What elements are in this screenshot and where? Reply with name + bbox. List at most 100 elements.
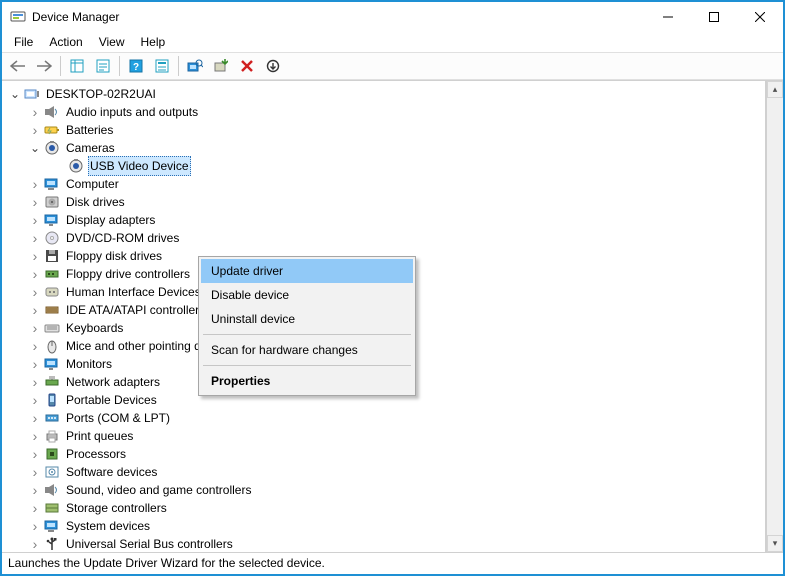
scan-hardware-button[interactable] (183, 55, 207, 77)
update-driver-button[interactable] (209, 55, 233, 77)
content-area: DESKTOP-02R2UAIAudio inputs and outputsB… (2, 80, 783, 552)
context-menu-item[interactable]: Properties (201, 369, 413, 393)
scroll-up-button[interactable]: ▴ (767, 81, 783, 98)
tree-node[interactable]: Universal Serial Bus controllers (4, 535, 765, 552)
context-menu-item[interactable]: Uninstall device (201, 307, 413, 331)
device-tree[interactable]: DESKTOP-02R2UAIAudio inputs and outputsB… (2, 81, 766, 552)
context-menu-separator (203, 365, 411, 366)
back-button[interactable] (6, 55, 30, 77)
tree-node[interactable]: Cameras (4, 139, 765, 157)
tree-node[interactable]: Software devices (4, 463, 765, 481)
action-button[interactable] (150, 55, 174, 77)
expand-icon[interactable] (28, 501, 42, 515)
expand-icon[interactable] (28, 285, 42, 299)
mouse-icon (44, 338, 60, 354)
expand-icon[interactable] (28, 105, 42, 119)
titlebar: Device Manager (2, 2, 783, 32)
tree-node[interactable]: Print queues (4, 427, 765, 445)
context-menu-separator (203, 334, 411, 335)
expand-icon[interactable] (28, 339, 42, 353)
scroll-down-button[interactable]: ▾ (767, 535, 783, 552)
tree-leaf-node[interactable]: USB Video Device (4, 157, 765, 175)
expand-icon[interactable] (8, 87, 22, 101)
maximize-button[interactable] (691, 2, 737, 32)
menu-file[interactable]: File (6, 33, 41, 51)
uninstall-button[interactable] (235, 55, 259, 77)
expand-icon[interactable] (28, 393, 42, 407)
properties-button[interactable] (91, 55, 115, 77)
tree-node-label: System devices (64, 517, 152, 535)
expand-icon[interactable] (28, 213, 42, 227)
expand-icon[interactable] (28, 249, 42, 263)
menu-help[interactable]: Help (133, 33, 174, 51)
battery-icon (44, 122, 60, 138)
expand-icon[interactable] (28, 483, 42, 497)
show-hide-tree-button[interactable] (65, 55, 89, 77)
toolbar-separator (178, 56, 179, 76)
expand-icon[interactable] (28, 537, 42, 551)
audio-icon (44, 104, 60, 120)
minimize-button[interactable] (645, 2, 691, 32)
close-button[interactable] (737, 2, 783, 32)
statusbar: Launches the Update Driver Wizard for th… (2, 552, 783, 574)
display-icon (44, 212, 60, 228)
tree-node-label: DVD/CD-ROM drives (64, 229, 181, 247)
tree-node-label: Monitors (64, 355, 114, 373)
tree-node[interactable]: System devices (4, 517, 765, 535)
vertical-scrollbar[interactable]: ▴ ▾ (766, 81, 783, 552)
expand-icon[interactable] (28, 447, 42, 461)
expand-icon[interactable] (28, 321, 42, 335)
context-menu: Update driverDisable deviceUninstall dev… (198, 256, 416, 396)
expand-icon[interactable] (28, 429, 42, 443)
tree-node[interactable]: Batteries (4, 121, 765, 139)
expand-icon[interactable] (28, 123, 42, 137)
expand-icon[interactable] (28, 267, 42, 281)
expand-icon[interactable] (28, 375, 42, 389)
dvd-icon (44, 230, 60, 246)
tree-node-label: Computer (64, 175, 121, 193)
tree-node[interactable]: Disk drives (4, 193, 765, 211)
port-icon (44, 410, 60, 426)
tree-node[interactable]: Storage controllers (4, 499, 765, 517)
context-menu-item[interactable]: Scan for hardware changes (201, 338, 413, 362)
expand-icon[interactable] (28, 303, 42, 317)
disable-button[interactable] (261, 55, 285, 77)
toolbar-separator (119, 56, 120, 76)
tree-node[interactable]: Ports (COM & LPT) (4, 409, 765, 427)
ide-icon (44, 302, 60, 318)
menu-view[interactable]: View (91, 33, 133, 51)
menu-action[interactable]: Action (41, 33, 90, 51)
tree-node-label: Floppy disk drives (64, 247, 164, 265)
tree-node[interactable]: DVD/CD-ROM drives (4, 229, 765, 247)
expand-icon[interactable] (28, 195, 42, 209)
tree-node[interactable]: Display adapters (4, 211, 765, 229)
expand-icon[interactable] (28, 465, 42, 479)
scroll-track[interactable] (767, 98, 783, 535)
expand-icon[interactable] (28, 411, 42, 425)
tree-root-node[interactable]: DESKTOP-02R2UAI (4, 85, 765, 103)
tree-node-label: Batteries (64, 121, 115, 139)
tree-node[interactable]: Computer (4, 175, 765, 193)
context-menu-item[interactable]: Disable device (201, 283, 413, 307)
hid-icon (44, 284, 60, 300)
expand-icon[interactable] (28, 357, 42, 371)
toolbar: ? (2, 52, 783, 80)
tree-node[interactable]: Sound, video and game controllers (4, 481, 765, 499)
expand-icon[interactable] (28, 141, 42, 155)
expand-icon[interactable] (28, 519, 42, 533)
expand-icon[interactable] (28, 177, 42, 191)
tree-node-label: Storage controllers (64, 499, 169, 517)
storage-icon (44, 500, 60, 516)
expand-icon[interactable] (28, 231, 42, 245)
monitor-icon (44, 356, 60, 372)
controller-icon (44, 266, 60, 282)
forward-button[interactable] (32, 55, 56, 77)
disk-icon (44, 194, 60, 210)
tree-node[interactable]: Audio inputs and outputs (4, 103, 765, 121)
tree-node-label: Software devices (64, 463, 159, 481)
tree-node[interactable]: Processors (4, 445, 765, 463)
tree-node-label: Network adapters (64, 373, 162, 391)
context-menu-item[interactable]: Update driver (201, 259, 413, 283)
help-button[interactable]: ? (124, 55, 148, 77)
tree-node-label: Cameras (64, 139, 117, 157)
